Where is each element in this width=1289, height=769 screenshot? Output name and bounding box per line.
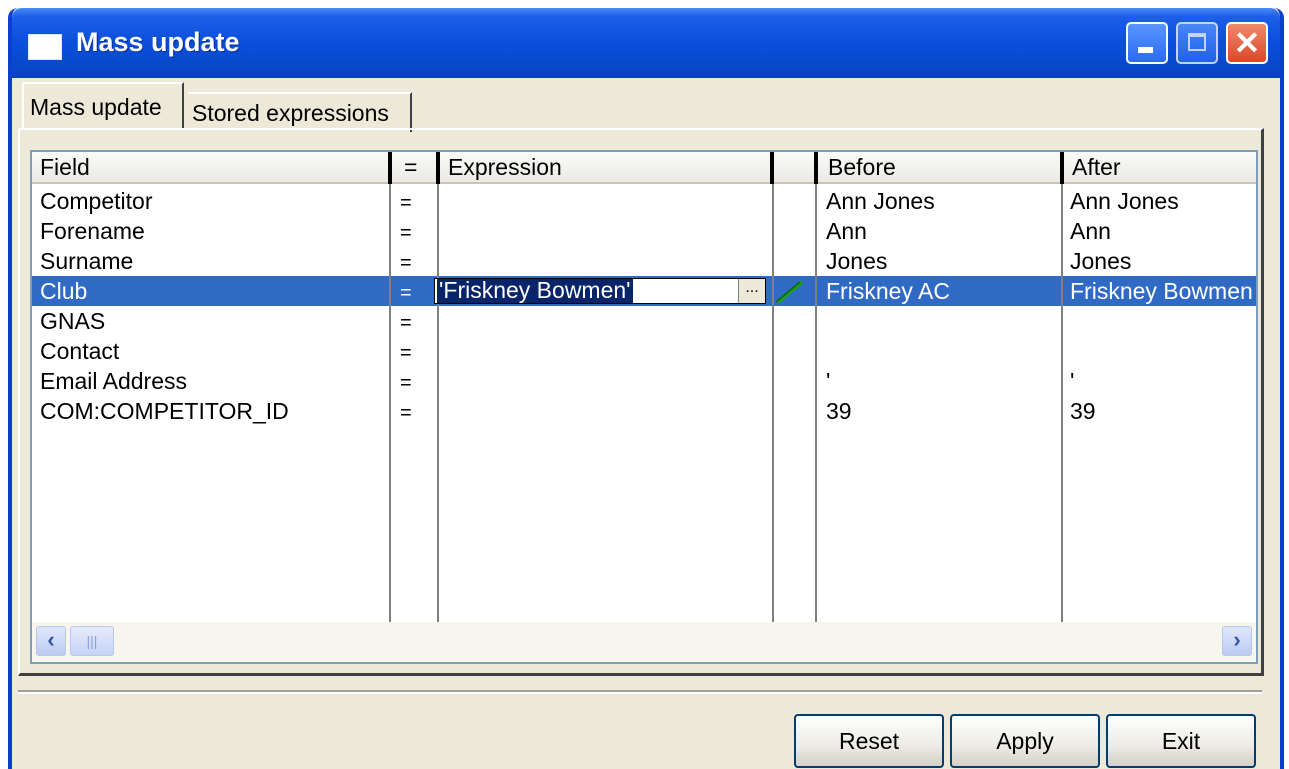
operator-cell[interactable]: = bbox=[400, 308, 412, 338]
column-line bbox=[1061, 184, 1063, 624]
chevron-left-icon: ‹ bbox=[47, 627, 55, 652]
close-button[interactable]: ✕ bbox=[1226, 22, 1268, 64]
before-cell: 39 bbox=[826, 398, 852, 424]
operator-cell[interactable]: = bbox=[400, 368, 412, 398]
close-icon: ✕ bbox=[1233, 25, 1261, 61]
exit-button[interactable]: Exit bbox=[1106, 714, 1256, 768]
field-cell[interactable]: Surname bbox=[40, 246, 133, 276]
minimize-button[interactable] bbox=[1126, 22, 1168, 64]
window-title: Mass update bbox=[76, 27, 240, 57]
expression-input[interactable]: 'Friskney Bowmen' bbox=[437, 279, 633, 303]
field-cell[interactable]: Club bbox=[40, 276, 87, 306]
scroll-thumb[interactable]: ||| bbox=[70, 626, 114, 656]
pencil-icon bbox=[775, 280, 804, 304]
field-cell[interactable]: Forename bbox=[40, 216, 145, 246]
operator-cell[interactable]: = bbox=[400, 278, 412, 308]
chevron-right-icon: › bbox=[1233, 627, 1241, 652]
divider bbox=[18, 690, 1262, 694]
column-header-status[interactable] bbox=[774, 152, 814, 184]
operator-cell[interactable]: = bbox=[400, 218, 412, 248]
expression-lookup-button[interactable]: ... bbox=[738, 279, 765, 303]
before-cell: Jones bbox=[826, 248, 888, 274]
column-header-field[interactable]: Field bbox=[32, 152, 388, 184]
field-cell[interactable]: COM:COMPETITOR_ID bbox=[40, 396, 289, 426]
reset-button[interactable]: Reset bbox=[794, 714, 944, 768]
column-header-before[interactable]: Before bbox=[818, 152, 1060, 184]
tab-mass-update[interactable]: Mass update bbox=[22, 82, 184, 130]
column-header-expression[interactable]: Expression bbox=[440, 152, 770, 184]
after-cell: ' bbox=[1070, 368, 1075, 394]
after-cell: Ann Jones bbox=[1070, 188, 1179, 214]
field-cell[interactable]: Email Address bbox=[40, 366, 187, 396]
field-cell[interactable]: Contact bbox=[40, 336, 119, 366]
after-cell: 39 bbox=[1070, 398, 1096, 424]
field-cell[interactable]: Competitor bbox=[40, 186, 152, 216]
before-cell: Ann bbox=[826, 218, 867, 244]
column-line bbox=[389, 184, 391, 624]
scroll-right-button[interactable]: › bbox=[1222, 626, 1252, 656]
operator-cell[interactable]: = bbox=[400, 338, 412, 368]
after-cell: Jones bbox=[1070, 248, 1132, 274]
column-header-after[interactable]: After bbox=[1064, 152, 1256, 184]
operator-cell[interactable]: = bbox=[400, 248, 412, 278]
before-cell: Friskney AC bbox=[826, 278, 950, 304]
expression-editor[interactable]: 'Friskney Bowmen' ... bbox=[434, 278, 766, 304]
column-line bbox=[815, 184, 817, 624]
operator-cell[interactable]: = bbox=[400, 398, 412, 428]
before-cell: Ann Jones bbox=[826, 188, 935, 214]
scroll-left-button[interactable]: ‹ bbox=[36, 626, 66, 656]
minimize-icon bbox=[1138, 47, 1153, 53]
title-bar[interactable]: Mass update ✕ bbox=[12, 8, 1280, 78]
horizontal-scrollbar[interactable]: ‹ ||| › bbox=[32, 622, 1256, 662]
field-cell[interactable]: GNAS bbox=[40, 306, 105, 336]
column-line bbox=[437, 184, 439, 624]
maximize-button[interactable] bbox=[1176, 22, 1218, 64]
apply-button[interactable]: Apply bbox=[950, 714, 1100, 768]
window-icon bbox=[28, 34, 62, 60]
operator-cell[interactable]: = bbox=[400, 188, 412, 218]
maximize-icon bbox=[1188, 33, 1206, 51]
column-header-operator[interactable]: = bbox=[392, 152, 436, 184]
tab-stored-expressions[interactable]: Stored expressions bbox=[188, 92, 412, 132]
update-grid[interactable]: Field = Expression Before After Competit… bbox=[30, 150, 1258, 664]
before-cell: ' bbox=[826, 368, 831, 394]
column-line bbox=[772, 184, 774, 624]
after-cell: Ann bbox=[1070, 218, 1111, 244]
after-cell: Friskney Bowmen bbox=[1070, 278, 1253, 304]
